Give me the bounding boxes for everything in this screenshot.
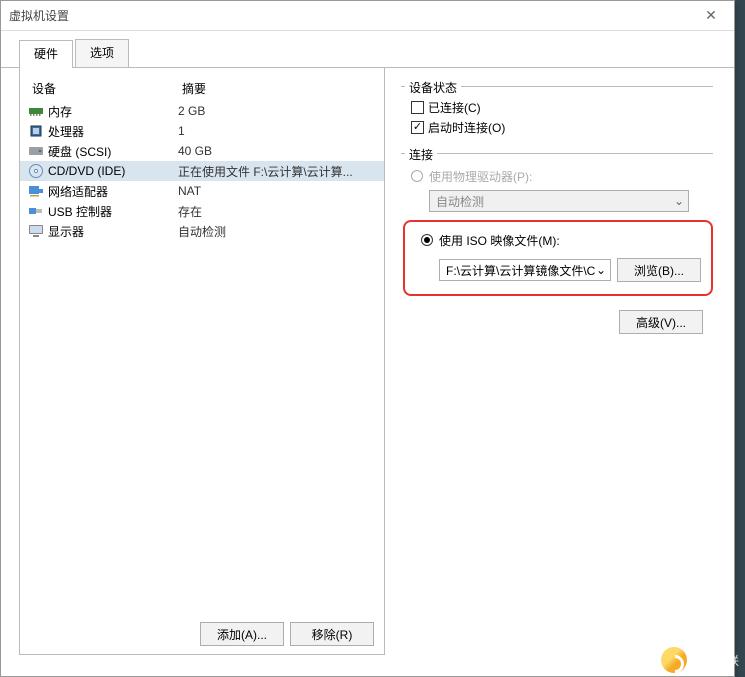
tab-hardware-label: 硬件 [34,47,58,61]
advanced-button[interactable]: 高级(V)... [619,310,703,334]
use-iso-radio[interactable] [421,234,433,246]
use-iso-label: 使用 ISO 映像文件(M): [439,232,560,249]
device-summary: 自动检测 [178,223,374,240]
device-name: USB 控制器 [48,203,178,220]
tab-hardware[interactable]: 硬件 [19,40,73,68]
brand-watermark: 创新互联 [661,647,739,673]
header-device: 设备 [32,80,182,97]
display-icon [28,223,44,239]
physical-drive-value: 自动检测 [436,193,484,210]
device-list: 内存 2 GB 处理器 1 硬盘 (SCSI) 40 GB CD/DVD (ID… [20,101,384,241]
poweron-checkbox-row[interactable]: 启动时连接(O) [411,117,713,137]
window-title: 虚拟机设置 [9,7,696,24]
brand-logo-icon [661,647,687,673]
device-summary: 正在使用文件 F:\云计算\云计算... [178,163,374,180]
tab-options[interactable]: 选项 [75,39,129,67]
device-name: 处理器 [48,123,178,140]
use-physical-row[interactable]: 使用物理驱动器(P): [411,166,713,186]
titlebar: 虚拟机设置 ✕ [1,1,734,31]
use-physical-radio[interactable] [411,170,423,182]
device-row-hdd[interactable]: 硬盘 (SCSI) 40 GB [20,141,384,161]
iso-file-combo[interactable]: F:\云计算\云计算镜像文件\C ⌄ [439,259,611,281]
cpu-icon [28,123,44,139]
device-row-cddvd[interactable]: CD/DVD (IDE) 正在使用文件 F:\云计算\云计算... [20,161,384,181]
connection-group: 连接 使用物理驱动器(P): 自动检测 ⌄ 使用 ISO 映像文件(M): [401,153,713,296]
connected-checkbox[interactable] [411,101,424,114]
iso-highlight: 使用 ISO 映像文件(M): F:\云计算\云计算镜像文件\C ⌄ 浏览(B)… [403,220,713,296]
connection-legend: 连接 [405,146,437,163]
device-summary: 2 GB [178,104,374,118]
content-area: 设备 摘要 内存 2 GB 处理器 1 硬盘 (SCSI) 40 GB [1,68,734,673]
device-row-memory[interactable]: 内存 2 GB [20,101,384,121]
close-icon[interactable]: ✕ [696,7,726,24]
vm-settings-dialog: 虚拟机设置 ✕ 硬件 选项 设备 摘要 内存 2 GB 处理器 1 [0,0,735,677]
poweron-label: 启动时连接(O) [428,119,505,136]
remove-device-button[interactable]: 移除(R) [290,622,374,646]
iso-file-value: F:\云计算\云计算镜像文件\C [446,262,595,279]
tabs: 硬件 选项 [1,31,734,68]
tab-options-label: 选项 [90,46,114,60]
device-list-header: 设备 摘要 [20,78,384,101]
connected-label: 已连接(C) [428,99,481,116]
device-buttons: 添加(A)... 移除(R) [200,622,374,646]
device-row-usb[interactable]: USB 控制器 存在 [20,201,384,221]
settings-panel: 设备状态 已连接(C) 启动时连接(O) 连接 使用物理驱动器(P): 自动检测 [385,68,721,655]
disc-icon [28,163,44,179]
header-summary: 摘要 [182,80,374,97]
chevron-down-icon: ⌄ [674,194,684,208]
advanced-label: 高级(V)... [636,314,686,331]
add-device-button[interactable]: 添加(A)... [200,622,284,646]
connected-checkbox-row[interactable]: 已连接(C) [411,97,713,117]
device-status-group: 设备状态 已连接(C) 启动时连接(O) [401,86,713,137]
device-summary: NAT [178,184,374,198]
use-physical-label: 使用物理驱动器(P): [429,168,532,185]
status-legend: 设备状态 [405,79,461,96]
nic-icon [28,183,44,199]
advanced-row: 高级(V)... [401,310,703,334]
device-panel: 设备 摘要 内存 2 GB 处理器 1 硬盘 (SCSI) 40 GB [19,68,385,655]
device-row-cpu[interactable]: 处理器 1 [20,121,384,141]
iso-file-row: F:\云计算\云计算镜像文件\C ⌄ 浏览(B)... [439,258,701,282]
use-iso-row[interactable]: 使用 ISO 映像文件(M): [421,230,701,250]
device-name: 内存 [48,103,178,120]
browse-label: 浏览(B)... [634,262,684,279]
device-summary: 40 GB [178,144,374,158]
brand-text: 创新互联 [691,652,739,669]
device-row-display[interactable]: 显示器 自动检测 [20,221,384,241]
browse-button[interactable]: 浏览(B)... [617,258,701,282]
device-name: 显示器 [48,223,178,240]
device-name: CD/DVD (IDE) [48,164,178,178]
remove-label: 移除(R) [312,626,353,643]
device-name: 硬盘 (SCSI) [48,143,178,160]
poweron-checkbox[interactable] [411,121,424,134]
memory-icon [28,103,44,119]
add-label: 添加(A)... [217,626,267,643]
device-summary: 存在 [178,203,374,220]
hdd-icon [28,143,44,159]
device-row-network[interactable]: 网络适配器 NAT [20,181,384,201]
device-summary: 1 [178,124,374,138]
usb-icon [28,203,44,219]
physical-drive-combo[interactable]: 自动检测 ⌄ [429,190,689,212]
background-strip [735,0,745,677]
device-name: 网络适配器 [48,183,178,200]
chevron-down-icon: ⌄ [596,263,606,277]
